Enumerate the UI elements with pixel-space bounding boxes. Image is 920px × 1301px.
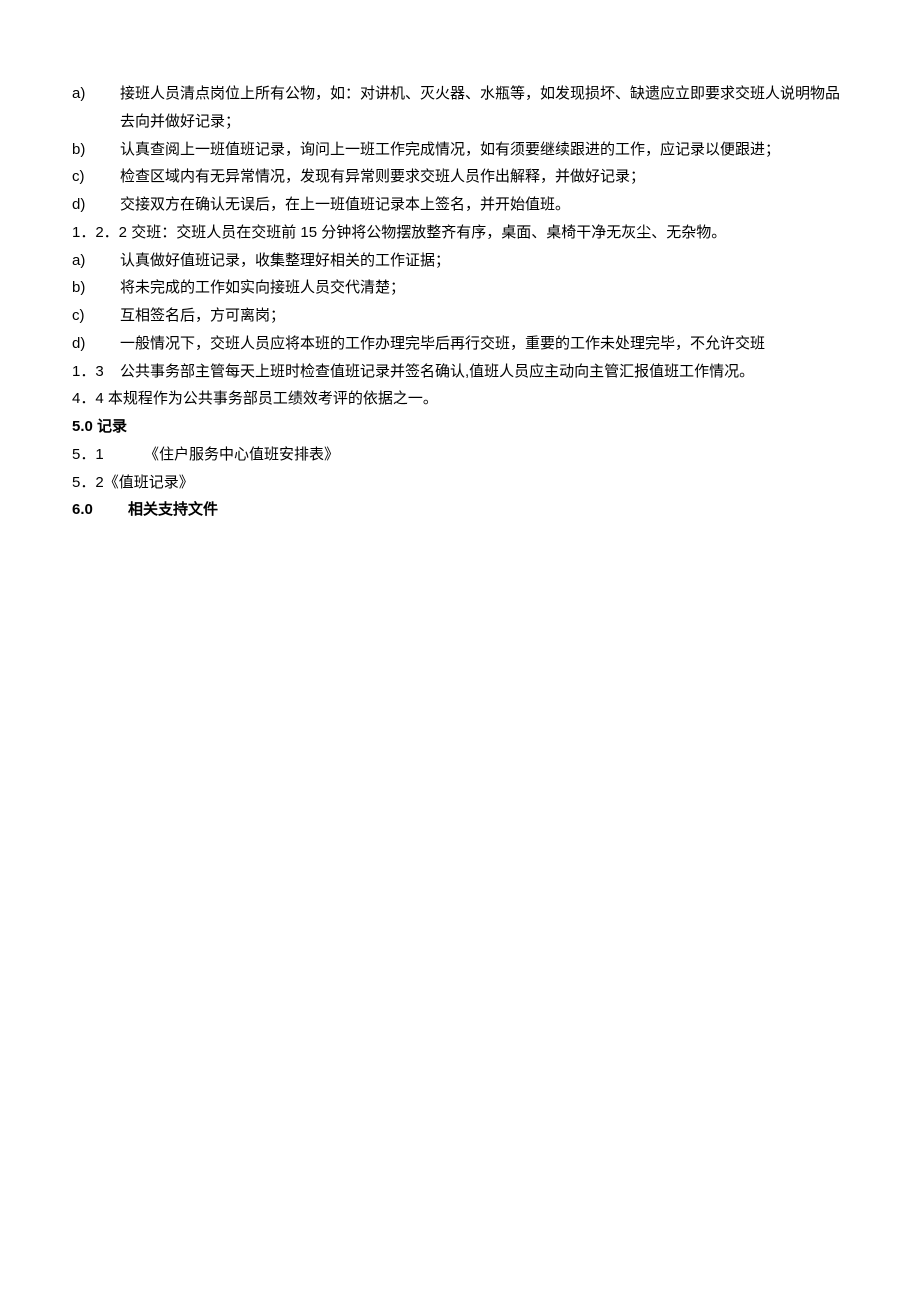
- list-item: 6.0相关支持文件: [72, 496, 848, 524]
- heading-marker: 6.0: [72, 496, 128, 524]
- list-item: 5.0 记录: [72, 413, 848, 441]
- list-marker: 1．2．2: [72, 224, 127, 241]
- document-body: a)接班人员清点岗位上所有公物，如：对讲机、灭火器、水瓶等，如发现损坏、缺遗应立…: [72, 80, 848, 524]
- list-marker: c): [72, 302, 120, 330]
- list-text-inline: 交班：交班人员在交班前 15 分钟将公物摆放整齐有序，桌面、桌椅干净无灰尘、无杂…: [131, 224, 726, 241]
- list-text: 接班人员清点岗位上所有公物，如：对讲机、灭火器、水瓶等，如发现损坏、缺遗应立即要…: [120, 80, 848, 136]
- list-text: 检查区域内有无异常情况，发现有异常则要求交班人员作出解释，并做好记录；: [120, 163, 848, 191]
- list-item: d)一般情况下，交班人员应将本班的工作办理完毕后再行交班，重要的工作未处理完毕，…: [72, 330, 848, 358]
- list-text-inline: 本规程作为公共事务部员工绩效考评的依据之一。: [108, 390, 438, 407]
- list-marker: c): [72, 163, 120, 191]
- list-marker: b): [72, 274, 120, 302]
- list-text-inline: 《值班记录》: [104, 474, 194, 491]
- list-item: 5．2《值班记录》: [72, 469, 848, 497]
- list-marker: 5．1: [72, 441, 144, 469]
- section-heading: 5.0 记录: [72, 413, 848, 441]
- list-marker: b): [72, 136, 120, 164]
- list-item: c)互相签名后，方可离岗；: [72, 302, 848, 330]
- list-item: 1．2．2 交班：交班人员在交班前 15 分钟将公物摆放整齐有序，桌面、桌椅干净…: [72, 219, 848, 247]
- list-marker: d): [72, 191, 120, 219]
- list-text: 交接双方在确认无误后，在上一班值班记录本上签名，并开始值班。: [120, 191, 848, 219]
- list-marker: 5．2: [72, 474, 104, 491]
- list-item: b)认真查阅上一班值班记录，询问上一班工作完成情况，如有须要继续跟进的工作，应记…: [72, 136, 848, 164]
- list-item: a)认真做好值班记录，收集整理好相关的工作证据；: [72, 247, 848, 275]
- list-text: 《住户服务中心值班安排表》: [144, 441, 848, 469]
- list-text: 一般情况下，交班人员应将本班的工作办理完毕后再行交班，重要的工作未处理完毕，不允…: [120, 330, 848, 358]
- heading-text: 记录: [93, 418, 127, 435]
- list-marker: 1．3: [72, 358, 120, 386]
- list-marker: d): [72, 330, 120, 358]
- list-marker: a): [72, 80, 120, 108]
- list-text: 互相签名后，方可离岗；: [120, 302, 848, 330]
- list-marker: 4．4: [72, 390, 104, 407]
- list-text: 认真查阅上一班值班记录，询问上一班工作完成情况，如有须要继续跟进的工作，应记录以…: [120, 136, 848, 164]
- list-marker: a): [72, 247, 120, 275]
- list-item: 5．1《住户服务中心值班安排表》: [72, 441, 848, 469]
- list-item: a)接班人员清点岗位上所有公物，如：对讲机、灭火器、水瓶等，如发现损坏、缺遗应立…: [72, 80, 848, 136]
- list-text: 认真做好值班记录，收集整理好相关的工作证据；: [120, 247, 848, 275]
- list-item: 1．3公共事务部主管每天上班时检查值班记录并签名确认,值班人员应主动向主管汇报值…: [72, 358, 848, 386]
- heading-text: 相关支持文件: [128, 496, 848, 524]
- list-text: 4．4 本规程作为公共事务部员工绩效考评的依据之一。: [72, 385, 848, 413]
- heading-marker: 5.0: [72, 418, 93, 435]
- list-item: d)交接双方在确认无误后，在上一班值班记录本上签名，并开始值班。: [72, 191, 848, 219]
- list-text: 1．2．2 交班：交班人员在交班前 15 分钟将公物摆放整齐有序，桌面、桌椅干净…: [72, 219, 848, 247]
- list-item: b)将未完成的工作如实向接班人员交代清楚；: [72, 274, 848, 302]
- list-text: 公共事务部主管每天上班时检查值班记录并签名确认,值班人员应主动向主管汇报值班工作…: [120, 358, 848, 386]
- list-item: c)检查区域内有无异常情况，发现有异常则要求交班人员作出解释，并做好记录；: [72, 163, 848, 191]
- list-text: 5．2《值班记录》: [72, 469, 848, 497]
- list-item: 4．4 本规程作为公共事务部员工绩效考评的依据之一。: [72, 385, 848, 413]
- list-text: 将未完成的工作如实向接班人员交代清楚；: [120, 274, 848, 302]
